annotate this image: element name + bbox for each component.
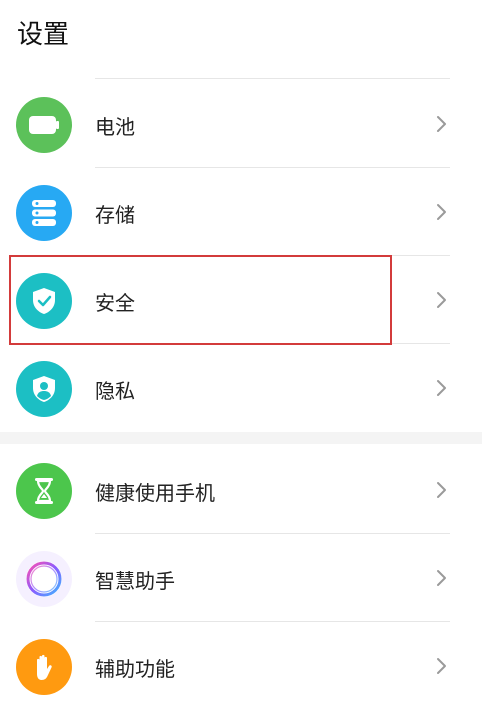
settings-item-label: 辅助功能 [95, 657, 175, 681]
settings-item-label: 隐私 [95, 379, 135, 403]
settings-item-digital-balance[interactable]: 健康使用手机 [0, 446, 482, 534]
chevron-right-icon [437, 570, 446, 586]
settings-item-battery[interactable]: 电池 [0, 80, 482, 168]
highlight-box [9, 255, 392, 345]
chevron-right-icon [437, 658, 446, 674]
settings-item-label: 智慧助手 [95, 569, 175, 593]
settings-item-storage[interactable]: 存储 [0, 168, 482, 256]
chevron-right-icon [437, 116, 446, 132]
divider [95, 78, 450, 79]
settings-item-smart-assistant[interactable]: 智慧助手 [0, 534, 482, 622]
chevron-right-icon [437, 292, 446, 308]
hourglass-icon [16, 463, 72, 519]
settings-item-accessibility[interactable]: 辅助功能 [0, 622, 482, 710]
settings-item-label: 存储 [95, 203, 135, 227]
settings-item-label: 健康使用手机 [95, 481, 215, 505]
chevron-right-icon [437, 482, 446, 498]
section-separator [0, 432, 482, 444]
hand-icon [16, 639, 72, 695]
privacy-shield-icon [16, 361, 72, 417]
battery-icon [16, 97, 72, 153]
assistant-ring-icon [16, 551, 72, 607]
chevron-right-icon [437, 380, 446, 396]
storage-icon [16, 185, 72, 241]
settings-item-privacy[interactable]: 隐私 [0, 344, 482, 432]
page-title: 设置 [17, 20, 70, 50]
settings-item-label: 电池 [95, 115, 135, 139]
chevron-right-icon [437, 204, 446, 220]
